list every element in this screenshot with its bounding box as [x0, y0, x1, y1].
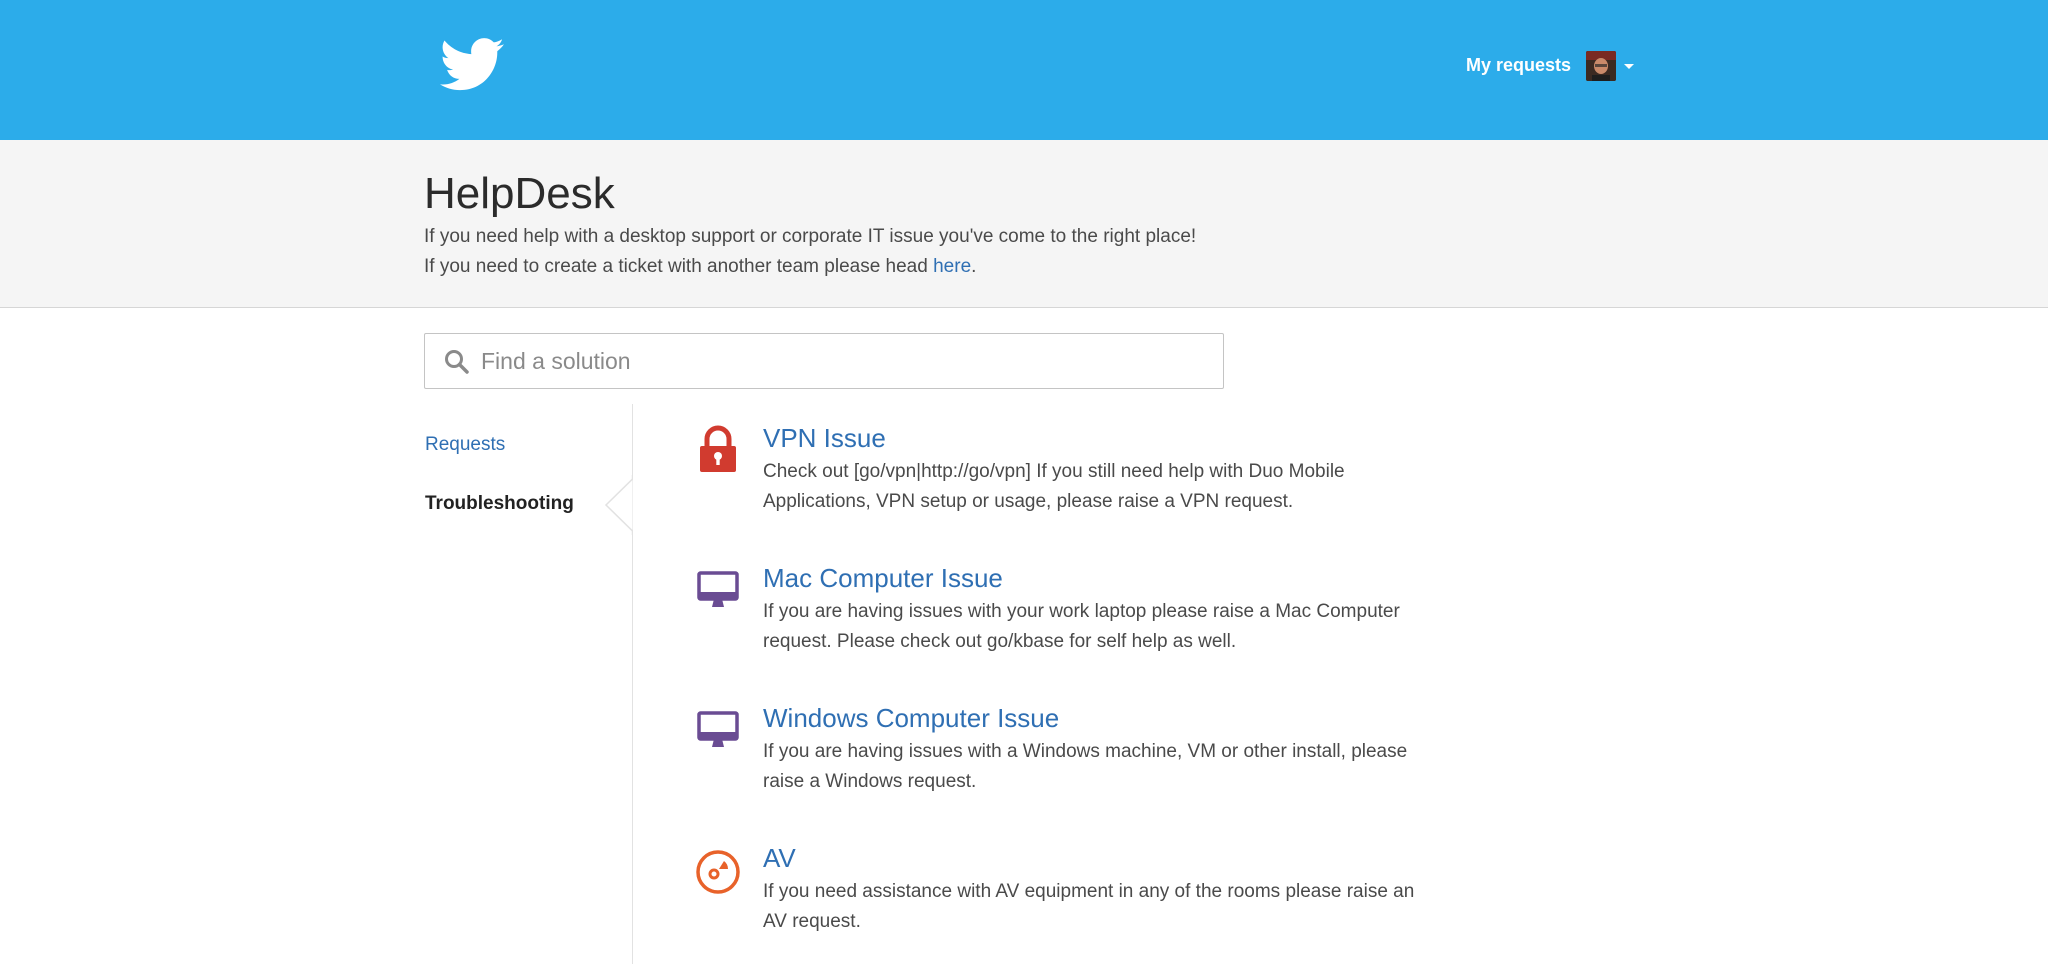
topic-description: If you are having issues with a Windows …	[763, 741, 1408, 792]
active-item-pointer	[604, 475, 637, 535]
hero-section: HelpDesk If you need help with a desktop…	[0, 140, 2048, 308]
top-navigation-bar: My requests	[0, 0, 2048, 140]
hero-description: If you need help with a desktop support …	[424, 226, 1197, 247]
topic-description: If you are having issues with your work …	[763, 601, 1400, 652]
topic-description: Check out [go/vpn|http://go/vpn] If you …	[763, 461, 1345, 512]
topic-title[interactable]: VPN Issue	[763, 423, 886, 454]
hero-other-team-note: If you need to create a ticket with anot…	[424, 256, 976, 278]
search-icon	[445, 350, 469, 374]
other-team-link[interactable]: here	[933, 256, 971, 277]
hero-note-suffix: .	[971, 256, 977, 277]
sidebar-item-troubleshooting[interactable]: Troubleshooting	[425, 493, 574, 515]
topic-description: If you need assistance with AV equipment…	[763, 881, 1415, 932]
lock-icon	[700, 425, 736, 472]
search-input[interactable]	[481, 334, 1201, 388]
topic-title[interactable]: Mac Computer Issue	[763, 563, 1003, 594]
hero-note-prefix: If you need to create a ticket with anot…	[424, 256, 934, 277]
caret-down-icon	[1624, 64, 1634, 69]
monitor-icon	[697, 711, 739, 747]
topic-title[interactable]: AV	[763, 843, 796, 874]
topic-title[interactable]: Windows Computer Issue	[763, 703, 1059, 734]
user-menu-toggle[interactable]	[1586, 51, 1636, 81]
my-requests-link[interactable]: My requests	[1466, 55, 1571, 76]
user-avatar	[1586, 51, 1616, 81]
search-box[interactable]	[424, 333, 1224, 389]
monitor-icon	[697, 571, 739, 607]
page-title: HelpDesk	[424, 169, 615, 218]
sidebar-item-requests[interactable]: Requests	[425, 434, 505, 456]
twitter-bird-icon[interactable]	[436, 32, 510, 96]
avatar-image	[1586, 51, 1616, 81]
av-disc-icon	[696, 850, 740, 894]
